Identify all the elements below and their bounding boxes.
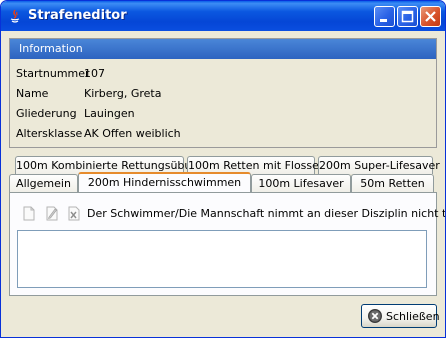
editor-window: Strafeneditor Information Startnummer 10… [0,0,446,338]
close-window-button[interactable] [420,6,441,27]
tab-50m-retten[interactable]: 50m Retten [351,174,434,192]
altersklasse-value: AK Offen weiblich [84,127,181,140]
tab-panel-200m-hindernisschwimmen: Der Schwimmer/Die Mannschaft nimmt an di… [9,192,445,296]
name-value: Kirberg, Greta [84,87,162,100]
startnummer-value: 107 [84,67,105,80]
close-circle-icon [368,309,382,323]
tab-200m-hindernisschwimmen[interactable]: 200m Hindernisschwimmen [78,172,251,192]
edit-icon[interactable] [45,206,59,221]
delete-icon[interactable] [67,206,81,221]
tab-allgemein[interactable]: Allgemein [9,174,78,192]
tab-100m-lifesaver[interactable]: 100m Lifesaver [251,174,351,192]
discipline-tabs: 100m Kombinierte Rettungsübung 100m Rett… [9,156,445,296]
java-app-icon [10,9,20,23]
tab-200m-super-lifesaver[interactable]: 200m Super-Lifesaver [318,156,440,174]
gliederung-value: Lauingen [84,107,135,120]
information-panel: Information Startnummer 107 Name Kirberg… [9,38,437,148]
information-header: Information [10,39,436,59]
gliederung-label: Gliederung [16,107,77,120]
new-document-icon[interactable] [22,206,36,221]
maximize-icon [401,10,414,23]
minimize-button[interactable] [374,6,395,27]
penalty-text-area[interactable] [17,230,427,288]
altersklasse-label: Altersklasse [16,127,83,140]
not-participating-notice: Der Schwimmer/Die Mannschaft nimmt an di… [87,207,446,220]
minimize-icon [380,19,387,22]
maximize-button[interactable] [397,6,418,27]
startnummer-label: Startnummer [16,67,90,80]
title-bar[interactable]: Strafeneditor [1,1,445,31]
name-label: Name [16,87,49,100]
window-title: Strafeneditor [28,8,127,23]
close-button-label: Schließen [386,310,440,323]
close-icon [425,11,436,22]
close-button[interactable]: Schließen [361,304,440,328]
